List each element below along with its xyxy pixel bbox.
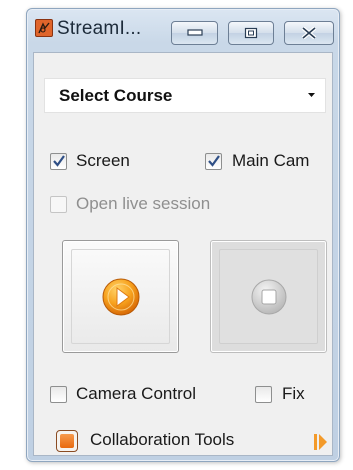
play-button[interactable] (62, 240, 179, 353)
play-icon (102, 278, 139, 315)
stop-button (210, 240, 327, 353)
restore-icon (244, 27, 258, 39)
restore-button[interactable] (228, 21, 274, 45)
camera-control-label: Camera Control (76, 384, 196, 403)
checkmark-icon (53, 155, 65, 167)
screen-checkbox[interactable] (50, 153, 67, 170)
minimize-button[interactable] (171, 21, 218, 45)
screen-label: Screen (76, 151, 130, 170)
camera-control-checkbox[interactable] (50, 386, 67, 403)
app-logo-icon[interactable] (35, 19, 53, 37)
fix-checkbox[interactable] (255, 386, 272, 403)
open-live-session-checkbox (50, 196, 67, 213)
course-select-value: Select Course (59, 86, 173, 105)
main-cam-label: Main Cam (232, 151, 310, 170)
window-title: StreamI... (57, 18, 142, 39)
close-button[interactable] (284, 21, 334, 45)
main-cam-checkbox[interactable] (205, 153, 222, 170)
title-bar[interactable]: StreamI... (27, 9, 339, 45)
dropdown-arrow-icon (308, 93, 315, 97)
app-window: StreamI... Select Course Screen Main Cam… (26, 8, 340, 462)
expand-arrow-icon[interactable] (314, 433, 328, 451)
fix-label: Fix (282, 384, 305, 403)
collaboration-icon[interactable] (56, 430, 78, 452)
course-select[interactable]: Select Course (44, 78, 326, 113)
open-live-session-label: Open live session (76, 194, 211, 213)
close-icon (301, 27, 317, 39)
checkmark-icon (208, 155, 220, 167)
main-panel: Select Course Screen Main Cam Open live … (33, 52, 333, 456)
minimize-icon (186, 29, 203, 36)
stop-icon (251, 279, 286, 314)
collaboration-tools-label[interactable]: Collaboration Tools (90, 430, 234, 450)
